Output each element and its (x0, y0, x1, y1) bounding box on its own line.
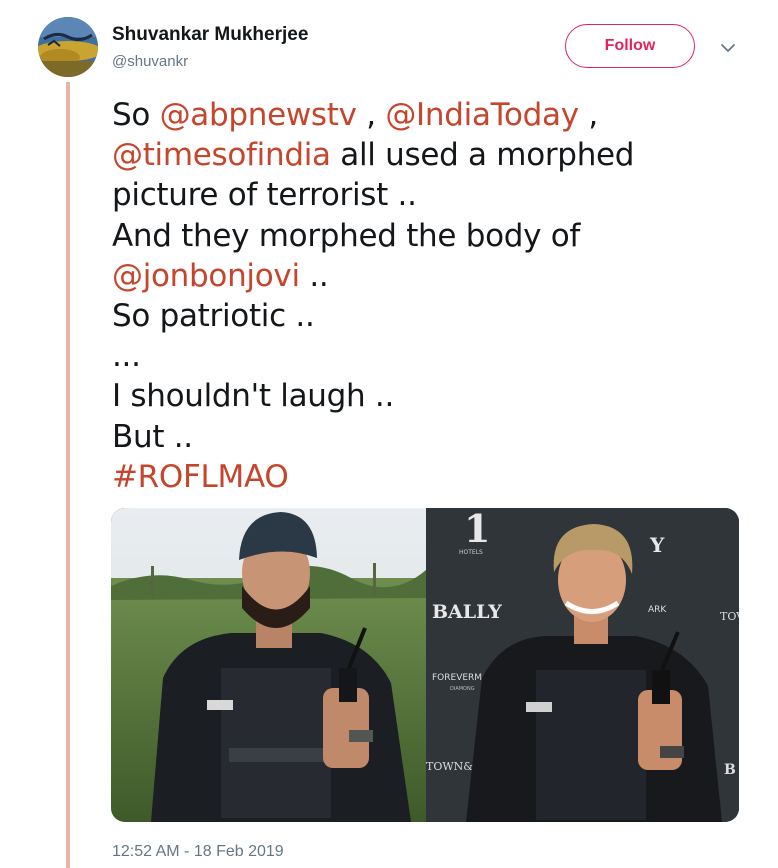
backdrop-brand2: FOREVERMA (432, 673, 489, 683)
avatar-image (38, 17, 98, 77)
mention-link[interactable]: @jonbonjovi (112, 258, 300, 294)
tweet-text-run: So (112, 97, 160, 133)
backdrop-logo-number: 1 (464, 508, 490, 551)
tweet-text-run: , (578, 97, 598, 133)
photo-right[interactable]: 1 HOTELS Y BALLY ARK TOV FOREVERMA DIAMO… (426, 508, 739, 822)
tweet-media[interactable]: 1 HOTELS Y BALLY ARK TOV FOREVERMA DIAMO… (111, 508, 739, 822)
mention-link[interactable]: @abpnewstv (160, 97, 357, 133)
tweet-line: ... (112, 336, 752, 376)
avatar[interactable] (38, 17, 98, 77)
tweet-line: And they morphed the body of (112, 216, 752, 256)
backdrop-edge-b: B (724, 762, 736, 778)
tweet-text-run: I shouldn't laugh .. (112, 378, 395, 415)
tweet-text-run: So patriotic .. (112, 298, 315, 335)
hashtag-link[interactable]: #ROFLMAO (112, 459, 289, 495)
backdrop-brand: BALLY (432, 601, 502, 623)
tweet-line: picture of terrorist .. (112, 175, 752, 215)
photo-left[interactable] (111, 508, 426, 822)
author-name[interactable]: Shuvankar Mukherjee (112, 24, 308, 46)
tweet-line: @timesofindia all used a morphed (112, 135, 752, 175)
backdrop-edge-y: Y (649, 533, 665, 557)
backdrop-town: TOWN& (426, 760, 473, 773)
tweet-text-run: ... (112, 338, 141, 375)
thread-line (66, 82, 70, 868)
tweet-text: So @abpnewstv , @IndiaToday , @timesofind… (112, 95, 752, 497)
tweet-line: So patriotic .. (112, 296, 752, 336)
author-handle[interactable]: @shuvankr (112, 53, 188, 70)
tweet-text-run: But .. (112, 418, 193, 455)
tweet-text-run: , (356, 97, 386, 133)
tweet-line: I shouldn't laugh .. (112, 376, 752, 416)
backdrop-logo-sub: HOTELS (459, 549, 483, 556)
backdrop-brand2-sub: DIAMONG (450, 686, 475, 692)
backdrop-edge-ark: ARK (648, 605, 667, 615)
outdoor-portrait-image (111, 508, 426, 822)
mention-link[interactable]: @IndiaToday (385, 97, 579, 133)
tweet-text-run: picture of terrorist .. (112, 177, 417, 214)
tweet-line: @jonbonjovi .. (112, 256, 752, 296)
backdrop-edge-tow: TOV (720, 610, 739, 623)
tweet-line: So @abpnewstv , @IndiaToday , (112, 95, 752, 135)
mention-link[interactable]: @timesofindia (112, 137, 331, 173)
tweet-timestamp[interactable]: 12:52 AM - 18 Feb 2019 (112, 843, 284, 861)
tweet-text-run: all used a morphed (330, 137, 635, 174)
chevron-down-icon[interactable] (718, 38, 738, 58)
follow-button[interactable]: Follow (565, 24, 695, 68)
tweet-text-run: .. (299, 257, 329, 294)
event-backdrop-image: 1 HOTELS Y BALLY ARK TOV FOREVERMA DIAMO… (426, 508, 739, 822)
tweet-line: #ROFLMAO (112, 457, 752, 497)
tweet-text-run: And they morphed the body of (112, 217, 581, 254)
tweet-line: But .. (112, 417, 752, 457)
